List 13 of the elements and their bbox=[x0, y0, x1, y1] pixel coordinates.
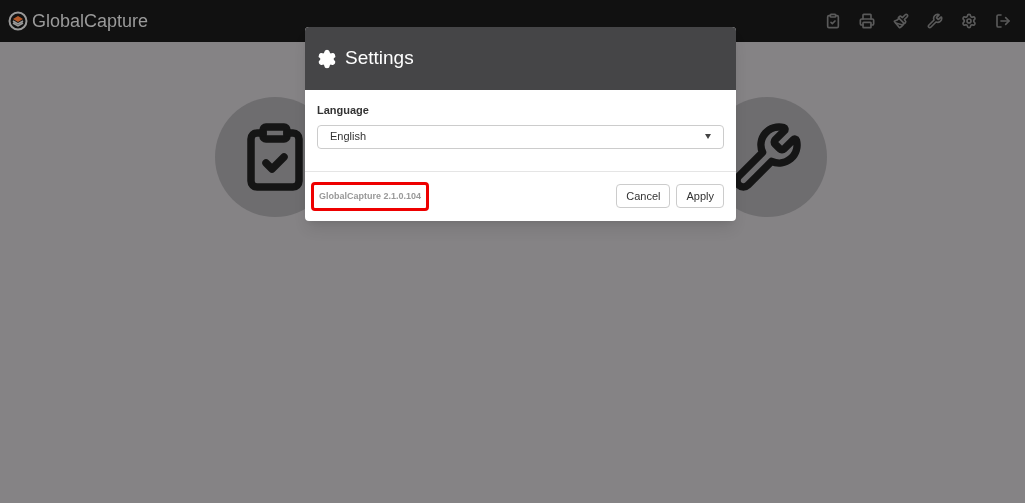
settings-button[interactable] bbox=[959, 11, 979, 31]
version-text: GlobalCapture 2.1.0.104 bbox=[311, 181, 430, 211]
field-label: Language bbox=[317, 103, 370, 118]
wrench-button[interactable] bbox=[925, 11, 945, 31]
brush-button[interactable] bbox=[891, 11, 911, 31]
language-select[interactable]: English bbox=[317, 124, 724, 149]
logout-button[interactable] bbox=[993, 11, 1013, 31]
logo-icon bbox=[8, 11, 28, 31]
dialog-title: Settings bbox=[345, 46, 414, 71]
dialog-button[interactable]: Cancel bbox=[616, 184, 671, 209]
dropdown-caret-icon bbox=[705, 134, 711, 139]
app-title: GlobalCapture bbox=[32, 9, 149, 33]
dialog-button[interactable]: Apply bbox=[676, 184, 724, 209]
